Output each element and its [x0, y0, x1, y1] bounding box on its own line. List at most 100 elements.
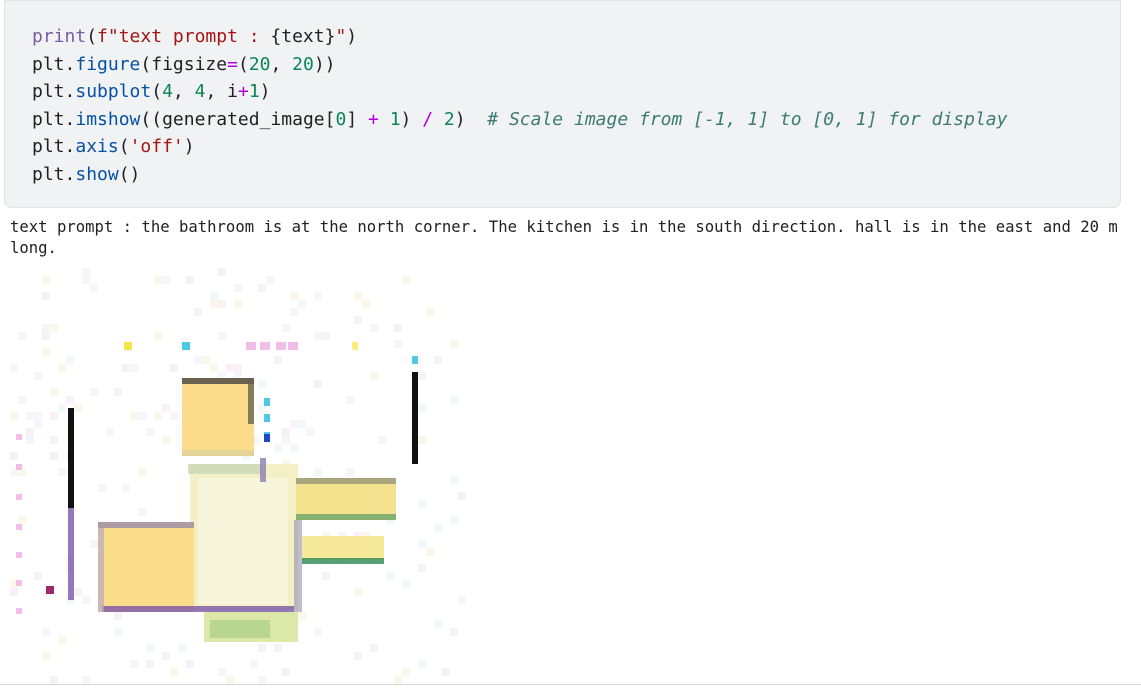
noise-pixel [258, 644, 266, 652]
noise-pixel [370, 324, 378, 332]
noise-pixel [314, 332, 322, 340]
code-token: show [75, 163, 119, 185]
noise-pixel [450, 396, 458, 404]
speck [124, 342, 132, 350]
noise-pixel [50, 388, 58, 396]
wall [296, 478, 396, 484]
speck [264, 434, 270, 442]
noise-pixel [402, 580, 410, 588]
noise-pixel [282, 428, 290, 436]
noise-pixel [138, 468, 146, 476]
noise-pixel [58, 364, 66, 372]
noise-pixel [98, 484, 106, 492]
noise-pixel [50, 452, 58, 460]
noise-pixel [210, 364, 218, 372]
code-line: plt.subplot(4, 4, i+1) [32, 78, 1007, 106]
noise-pixel [274, 444, 282, 452]
code-token: plt [32, 136, 65, 157]
code-token: 2 [443, 108, 455, 130]
noise-pixel [18, 396, 26, 404]
noise-pixel [234, 300, 242, 308]
code-token: 4 [162, 81, 173, 102]
noise-pixel [114, 612, 122, 620]
noise-pixel [26, 436, 34, 444]
code-token: ) [454, 108, 488, 130]
noise-pixel [290, 308, 298, 316]
code-line: plt.imshow((generated_image[0] + 1) / 2)… [32, 106, 1007, 134]
noise-pixel [82, 268, 90, 276]
noise-pixel [434, 620, 442, 628]
speck [264, 414, 270, 422]
noise-pixel [274, 356, 282, 364]
noise-pixel [122, 484, 130, 492]
noise-pixel [394, 340, 402, 348]
code-editor[interactable]: print(f"text prompt : {text}") plt.figure… [32, 23, 1007, 188]
noise-pixel [458, 596, 466, 604]
room-center-inner [198, 478, 288, 604]
noise-pixel [154, 412, 162, 420]
room-top [182, 378, 254, 456]
noise-pixel [146, 660, 154, 668]
code-token: ( [237, 53, 249, 75]
noise-pixel [282, 436, 290, 444]
code-token: , [205, 81, 228, 102]
noise-pixel [450, 516, 458, 524]
speck [46, 586, 54, 594]
noise-pixel [434, 524, 442, 532]
noise-pixel [442, 668, 450, 676]
code-token: plt [32, 108, 65, 130]
code-token: . [64, 81, 76, 102]
speck [16, 434, 22, 440]
noise-pixel [82, 596, 90, 604]
noise-pixel [394, 324, 402, 332]
code-token: . [64, 108, 76, 130]
noise-pixel [386, 572, 394, 580]
noise-pixel [314, 468, 322, 476]
wall [294, 520, 302, 612]
noise-pixel [234, 364, 242, 372]
noise-pixel [50, 324, 58, 332]
noise-pixel [370, 644, 378, 652]
speck [16, 580, 22, 586]
noise-pixel [218, 300, 226, 308]
code-line: plt.axis('off') [32, 133, 1007, 161]
code-cell[interactable]: print(f"text prompt : {text}") plt.figure… [4, 0, 1121, 208]
noise-pixel [218, 332, 226, 340]
room-right-bottom [302, 536, 384, 560]
noise-pixel [314, 628, 322, 636]
code-token: )) [313, 53, 336, 75]
code-token: , [270, 53, 293, 75]
noise-pixel [226, 364, 234, 372]
code-token: ) [259, 81, 271, 102]
noise-pixel [50, 676, 58, 684]
noise-pixel [170, 364, 178, 372]
noise-pixel [90, 540, 98, 548]
code-token: print [32, 26, 87, 47]
noise-pixel [258, 676, 266, 684]
code-token: ( [118, 136, 130, 157]
code-token: . [64, 163, 76, 185]
code-token: " [335, 26, 347, 47]
noise-pixel [82, 276, 90, 284]
noise-pixel [450, 340, 458, 348]
speck [16, 552, 22, 558]
noise-pixel [10, 364, 18, 372]
noise-pixel [42, 348, 50, 356]
output-figure [10, 268, 478, 686]
noise-pixel [170, 668, 178, 676]
code-token: ) [400, 108, 423, 130]
speck [264, 398, 270, 406]
code-token: figure [75, 53, 141, 75]
code-token: / [422, 108, 434, 130]
noise-pixel [162, 276, 170, 284]
noise-pixel [146, 644, 154, 652]
noise-pixel [42, 332, 50, 340]
code-token: 1 [389, 108, 401, 130]
noise-pixel [114, 628, 122, 636]
speck [16, 494, 22, 500]
noise-pixel [202, 356, 210, 364]
code-token: 20 [292, 53, 314, 75]
code-token: ( [140, 53, 152, 75]
noise-pixel [282, 324, 290, 332]
